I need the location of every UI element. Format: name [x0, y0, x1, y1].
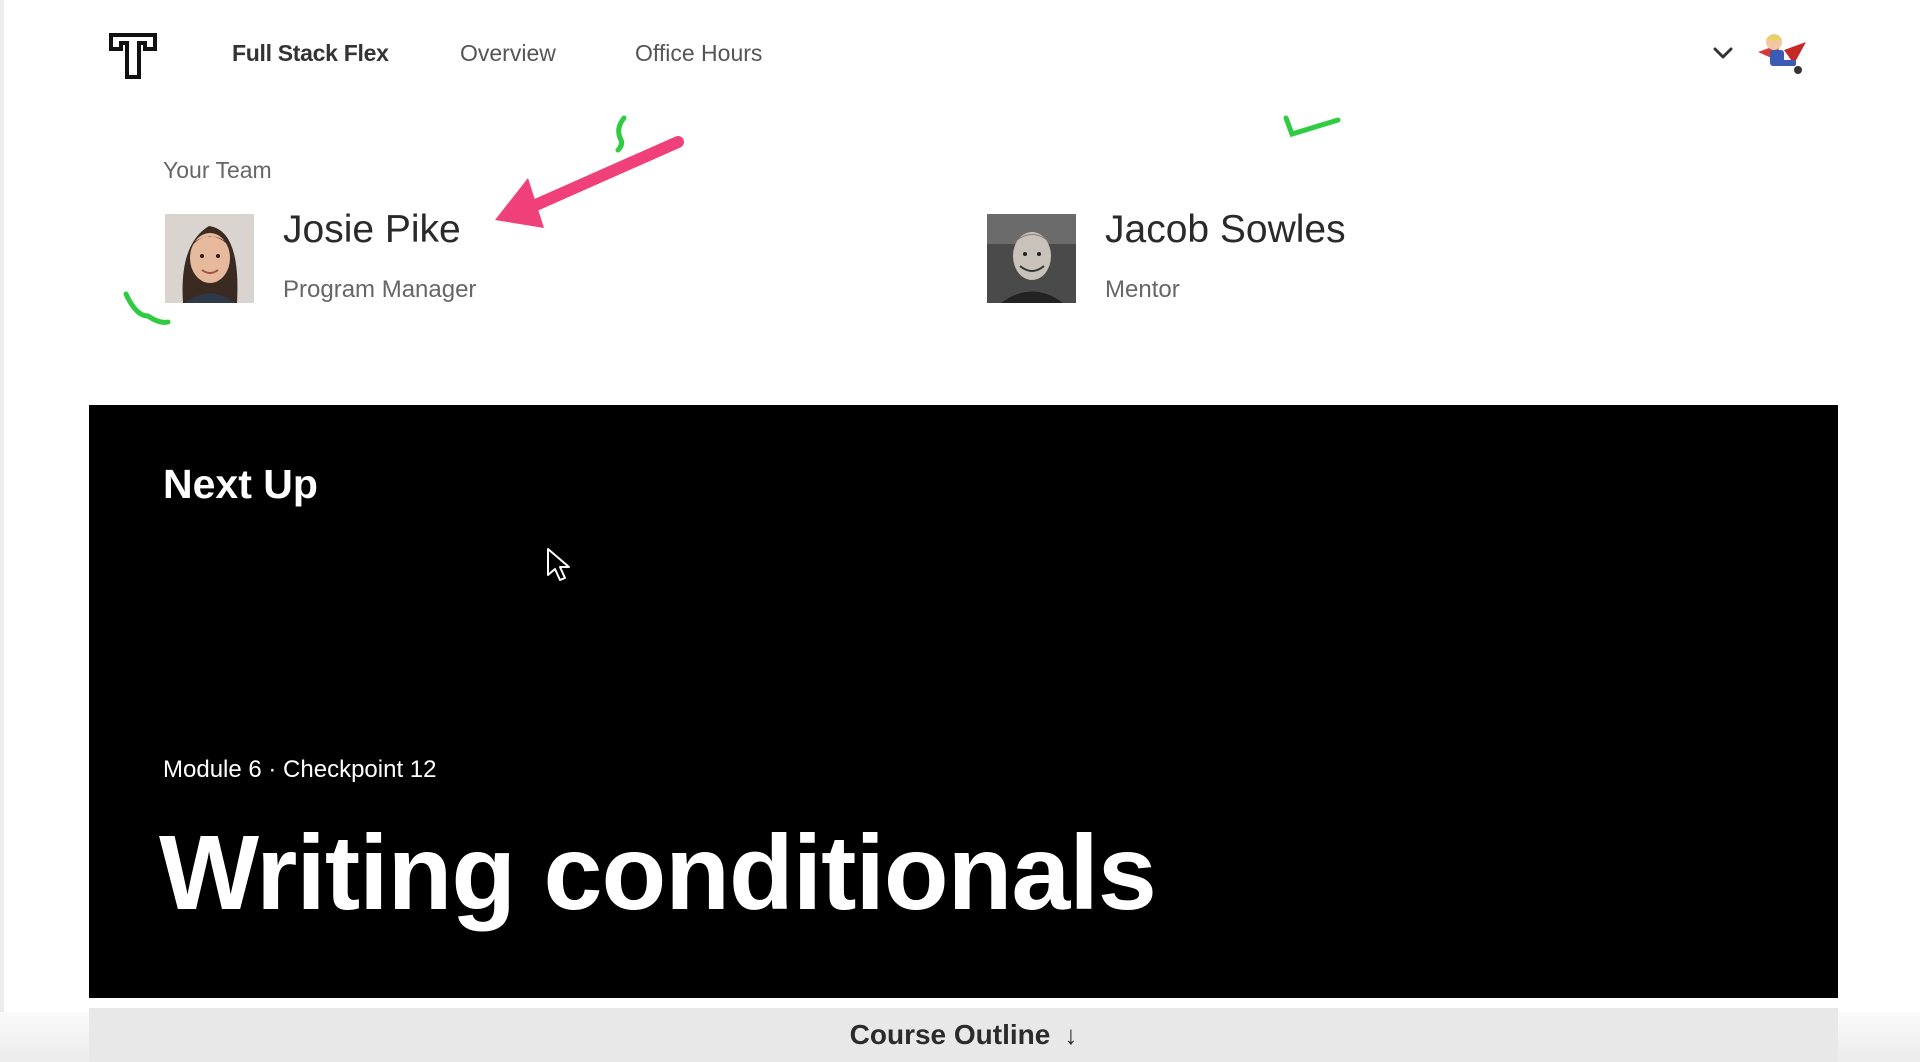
course-outline-label: Course Outline	[849, 1019, 1051, 1050]
member-photo	[165, 214, 254, 303]
team-label: Your Team	[163, 157, 272, 183]
user-avatar[interactable]	[1754, 30, 1808, 78]
logo-icon[interactable]	[109, 31, 159, 81]
member-name[interactable]: Jacob Sowles	[1105, 208, 1346, 252]
member-role: Mentor	[1105, 276, 1180, 303]
nav-full-stack-flex[interactable]: Full Stack Flex	[232, 40, 389, 67]
arrow-down-icon: ↓	[1064, 1019, 1078, 1050]
page-edge-right	[1838, 1012, 1920, 1062]
module-checkpoint-label: Module 6 · Checkpoint 12	[163, 756, 437, 783]
chevron-down-icon[interactable]	[1711, 41, 1735, 65]
member-role: Program Manager	[283, 276, 477, 303]
team-member-jacob: Jacob Sowles Mentor	[987, 208, 1487, 306]
course-outline-button[interactable]: Course Outline ↓	[89, 1008, 1838, 1062]
team-member-josie: Josie Pike Program Manager	[165, 208, 665, 306]
page-edge-left	[0, 1012, 89, 1062]
top-nav: Full Stack Flex Overview Office Hours	[0, 0, 1920, 110]
nav-overview[interactable]: Overview	[460, 40, 556, 67]
left-edge	[0, 0, 4, 1062]
member-name[interactable]: Josie Pike	[283, 208, 461, 252]
next-up-heading: Next Up	[163, 461, 318, 507]
nav-office-hours[interactable]: Office Hours	[635, 40, 762, 67]
member-photo	[987, 214, 1076, 303]
mouse-cursor-icon	[547, 548, 570, 581]
course-outline-bar: Course Outline ↓	[89, 1008, 1838, 1062]
lesson-title[interactable]: Writing conditionals	[159, 813, 1157, 934]
next-up-panel[interactable]: Next Up Module 6 · Checkpoint 12 Writing…	[89, 405, 1838, 998]
